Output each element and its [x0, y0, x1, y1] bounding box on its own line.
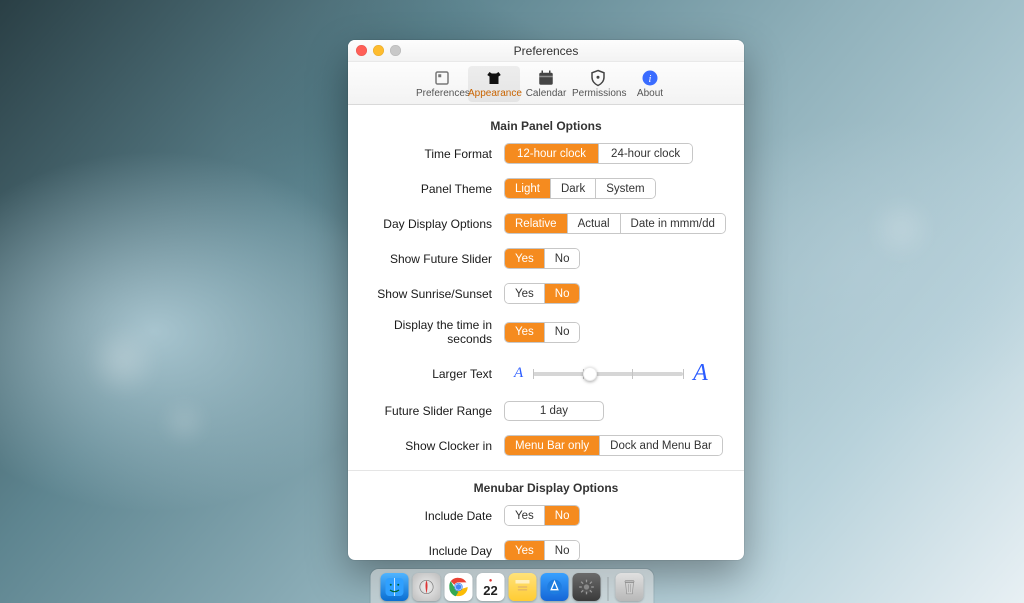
row-larger-text: Larger Text A A	[366, 360, 726, 387]
dock-separator	[608, 577, 609, 601]
big-a-icon: A	[693, 360, 708, 387]
row-show-future: Show Future Slider Yes No	[366, 248, 726, 269]
opt-no[interactable]: No	[544, 249, 580, 268]
opt-12h[interactable]: 12-hour clock	[505, 144, 598, 163]
shield-icon	[572, 68, 624, 88]
tab-permissions[interactable]: Permissions	[572, 66, 624, 102]
tab-label: About	[624, 88, 676, 99]
opt-no[interactable]: No	[544, 506, 580, 525]
dock-calendar[interactable]: ● 22	[477, 573, 505, 601]
traffic-lights	[356, 45, 401, 56]
seg-include-day[interactable]: Yes No	[504, 540, 580, 560]
label-include-day: Include Day	[366, 544, 504, 558]
label-larger-text: Larger Text	[366, 367, 504, 381]
tab-about[interactable]: i About	[624, 66, 676, 102]
calendar-day: 22	[483, 584, 497, 597]
window-titlebar[interactable]: Preferences	[348, 40, 744, 62]
row-seconds: Display the time in seconds Yes No	[366, 318, 726, 346]
dock-chrome[interactable]	[445, 573, 473, 601]
dock-trash[interactable]	[616, 573, 644, 601]
preferences-toolbar: Preferences Appearance Calendar Permissi…	[348, 62, 744, 105]
seg-sunrise[interactable]: Yes No	[504, 283, 580, 304]
tab-label: Appearance	[468, 88, 520, 99]
seg-seconds[interactable]: Yes No	[504, 322, 580, 343]
preferences-window: Preferences Preferences Appearance Calen…	[348, 40, 744, 560]
calendar-icon	[520, 68, 572, 88]
tab-label: Permissions	[572, 88, 624, 99]
opt-no[interactable]: No	[544, 284, 580, 303]
section-title-main: Main Panel Options	[366, 119, 726, 133]
preferences-body: Main Panel Options Time Format 12-hour c…	[348, 105, 744, 560]
seg-show-clocker[interactable]: Menu Bar only Dock and Menu Bar	[504, 435, 723, 456]
popup-value: 1 day	[540, 405, 568, 417]
dock-notes[interactable]	[509, 573, 537, 601]
info-icon: i	[624, 68, 676, 88]
row-panel-theme: Panel Theme Light Dark System	[366, 178, 726, 199]
svg-text:i: i	[649, 74, 652, 85]
tab-label: Calendar	[520, 88, 572, 99]
label-show-clocker: Show Clocker in	[366, 439, 504, 453]
label-panel-theme: Panel Theme	[366, 182, 504, 196]
label-show-future: Show Future Slider	[366, 252, 504, 266]
tab-label: Preferences	[416, 88, 468, 99]
desktop-background: Preferences Preferences Appearance Calen…	[0, 0, 1024, 603]
tab-calendar[interactable]: Calendar	[520, 66, 572, 102]
opt-relative[interactable]: Relative	[505, 214, 567, 233]
popup-future-range[interactable]: 1 day	[504, 401, 604, 421]
seg-include-date[interactable]: Yes No	[504, 505, 580, 526]
row-sunrise: Show Sunrise/Sunset Yes No	[366, 283, 726, 304]
label-sunrise: Show Sunrise/Sunset	[366, 287, 504, 301]
label-seconds: Display the time in seconds	[366, 318, 504, 346]
opt-no[interactable]: No	[544, 323, 580, 342]
opt-actual[interactable]: Actual	[567, 214, 620, 233]
row-time-format: Time Format 12-hour clock 24-hour clock	[366, 143, 726, 164]
opt-yes[interactable]: Yes	[505, 541, 544, 560]
dock-system-preferences[interactable]	[573, 573, 601, 601]
label-day-display: Day Display Options	[366, 217, 504, 231]
label-time-format: Time Format	[366, 147, 504, 161]
small-a-icon: A	[514, 365, 523, 382]
opt-dark[interactable]: Dark	[550, 179, 595, 198]
opt-yes[interactable]: Yes	[505, 323, 544, 342]
tab-preferences[interactable]: Preferences	[416, 66, 468, 102]
window-title: Preferences	[514, 44, 579, 58]
row-day-display: Day Display Options Relative Actual Date…	[366, 213, 726, 234]
opt-datefmt[interactable]: Date in mmm/dd	[620, 214, 725, 233]
dock-launchpad[interactable]	[413, 573, 441, 601]
window-icon	[416, 68, 468, 88]
section-divider	[348, 470, 744, 471]
label-future-range: Future Slider Range	[366, 404, 504, 418]
label-include-date: Include Date	[366, 509, 504, 523]
seg-show-future[interactable]: Yes No	[504, 248, 580, 269]
opt-light[interactable]: Light	[505, 179, 550, 198]
close-button[interactable]	[356, 45, 367, 56]
text-size-slider[interactable]	[533, 372, 683, 376]
opt-yes[interactable]: Yes	[505, 249, 544, 268]
seg-panel-theme[interactable]: Light Dark System	[504, 178, 656, 199]
minimize-button[interactable]	[373, 45, 384, 56]
opt-24h[interactable]: 24-hour clock	[598, 144, 692, 163]
opt-no[interactable]: No	[544, 541, 580, 560]
dock-app-store[interactable]	[541, 573, 569, 601]
slider-knob[interactable]	[583, 367, 597, 381]
seg-day-display[interactable]: Relative Actual Date in mmm/dd	[504, 213, 726, 234]
opt-system[interactable]: System	[595, 179, 654, 198]
seg-time-format[interactable]: 12-hour clock 24-hour clock	[504, 143, 693, 164]
row-future-range: Future Slider Range 1 day	[366, 401, 726, 421]
opt-menubar-only[interactable]: Menu Bar only	[505, 436, 599, 455]
tshirt-icon	[468, 68, 520, 88]
row-include-day: Include Day Yes No	[366, 540, 726, 560]
tab-appearance[interactable]: Appearance	[468, 66, 520, 102]
opt-dock-and-menubar[interactable]: Dock and Menu Bar	[599, 436, 722, 455]
dock[interactable]: ● 22	[371, 569, 654, 603]
row-include-date: Include Date Yes No	[366, 505, 726, 526]
opt-yes[interactable]: Yes	[505, 284, 544, 303]
row-show-clocker: Show Clocker in Menu Bar only Dock and M…	[366, 435, 726, 456]
opt-yes[interactable]: Yes	[505, 506, 544, 525]
dock-finder[interactable]	[381, 573, 409, 601]
zoom-button[interactable]	[390, 45, 401, 56]
section-title-menubar: Menubar Display Options	[366, 481, 726, 495]
